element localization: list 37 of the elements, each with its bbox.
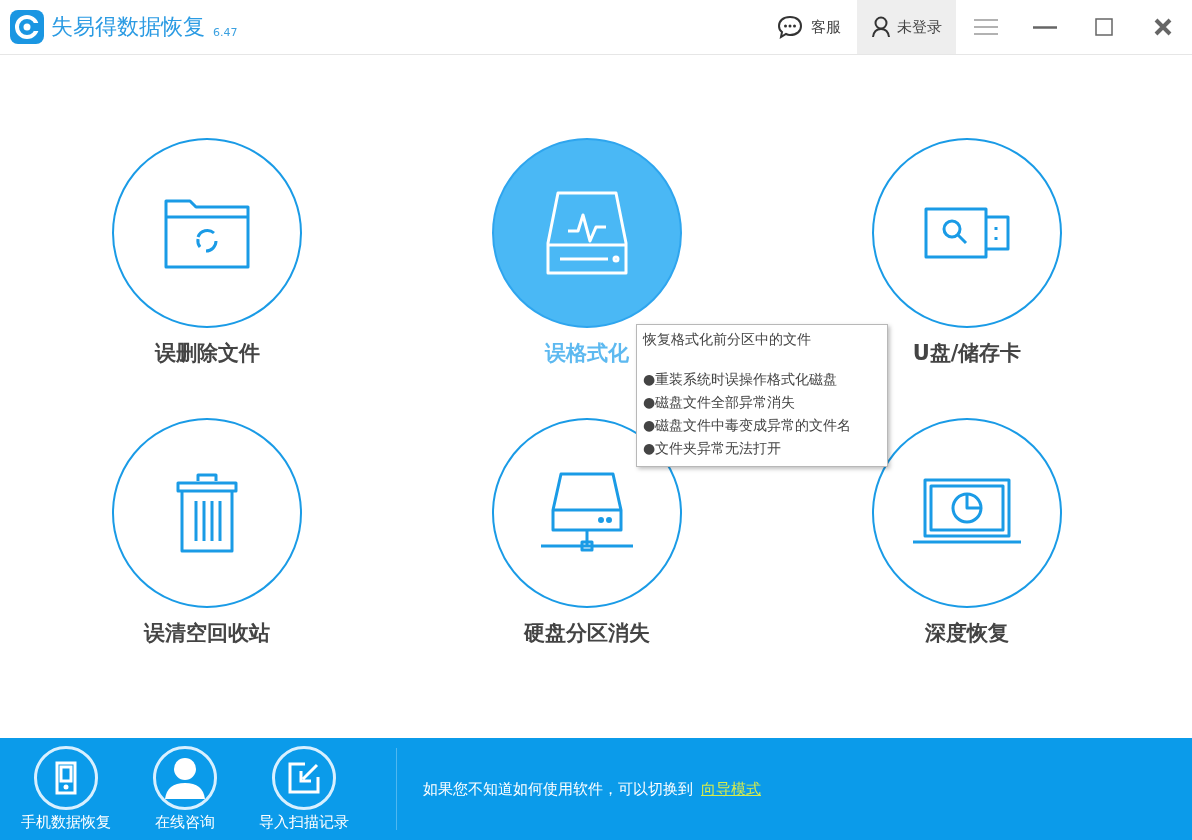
maximize-icon — [1094, 18, 1113, 36]
recovery-mode-label: U盘/储存卡 — [912, 340, 1022, 366]
footer-tool-button[interactable]: 在线咨询 — [125, 746, 244, 832]
footer-tool-label: 在线咨询 — [154, 813, 215, 832]
recovery-mode-label: 误格式化 — [545, 340, 629, 366]
app-title: 失易得数据恢复 — [51, 13, 205, 41]
recovery-mode-label: 硬盘分区消失 — [524, 620, 650, 646]
tooltip-title: 恢复格式化前分区中的文件 — [643, 330, 812, 349]
hint-text: 如果您不知道如何使用软件，可以切换到 — [423, 779, 693, 799]
person-icon — [162, 755, 207, 801]
footer-tool-button[interactable]: 导入扫描记录 — [244, 746, 363, 832]
recovery-mode-label: 深度恢复 — [925, 620, 1009, 646]
phone-icon — [54, 761, 77, 795]
recovery-mode-label: 误清空回收站 — [144, 620, 270, 646]
login-button[interactable]: 未登录 — [857, 0, 956, 54]
version-label: 6.47 — [213, 25, 238, 39]
minimize-icon — [1032, 25, 1057, 29]
guide-mode-link[interactable]: 向导模式 — [701, 779, 761, 799]
trash-can-icon — [176, 473, 238, 553]
footer-tool-label: 手机数据恢复 — [20, 813, 111, 832]
app-logo-icon — [10, 10, 44, 44]
chat-bubble-icon — [777, 15, 803, 39]
menu-icon — [973, 19, 998, 35]
tooltip-item: ●磁盘文件中毒变成异常的文件名 — [643, 416, 853, 435]
tooltip-item: ●文件夹异常无法打开 — [643, 439, 783, 458]
close-icon — [1153, 18, 1172, 36]
import-icon — [286, 761, 321, 795]
user-icon — [871, 16, 891, 38]
footer-tool-label: 导入扫描记录 — [258, 813, 349, 832]
customer-service-button[interactable]: 客服 — [761, 0, 857, 54]
tooltip-item: ●磁盘文件全部异常消失 — [643, 393, 797, 412]
footer-tool-button[interactable]: 手机数据恢复 — [6, 746, 125, 832]
usb-drive-icon — [924, 205, 1010, 261]
folder-icon — [164, 197, 250, 269]
recovery-mode-label: 误删除文件 — [154, 340, 260, 366]
hard-drive-icon — [546, 191, 628, 275]
tooltip-item: ●重装系统时误操作格式化磁盘 — [643, 370, 839, 389]
